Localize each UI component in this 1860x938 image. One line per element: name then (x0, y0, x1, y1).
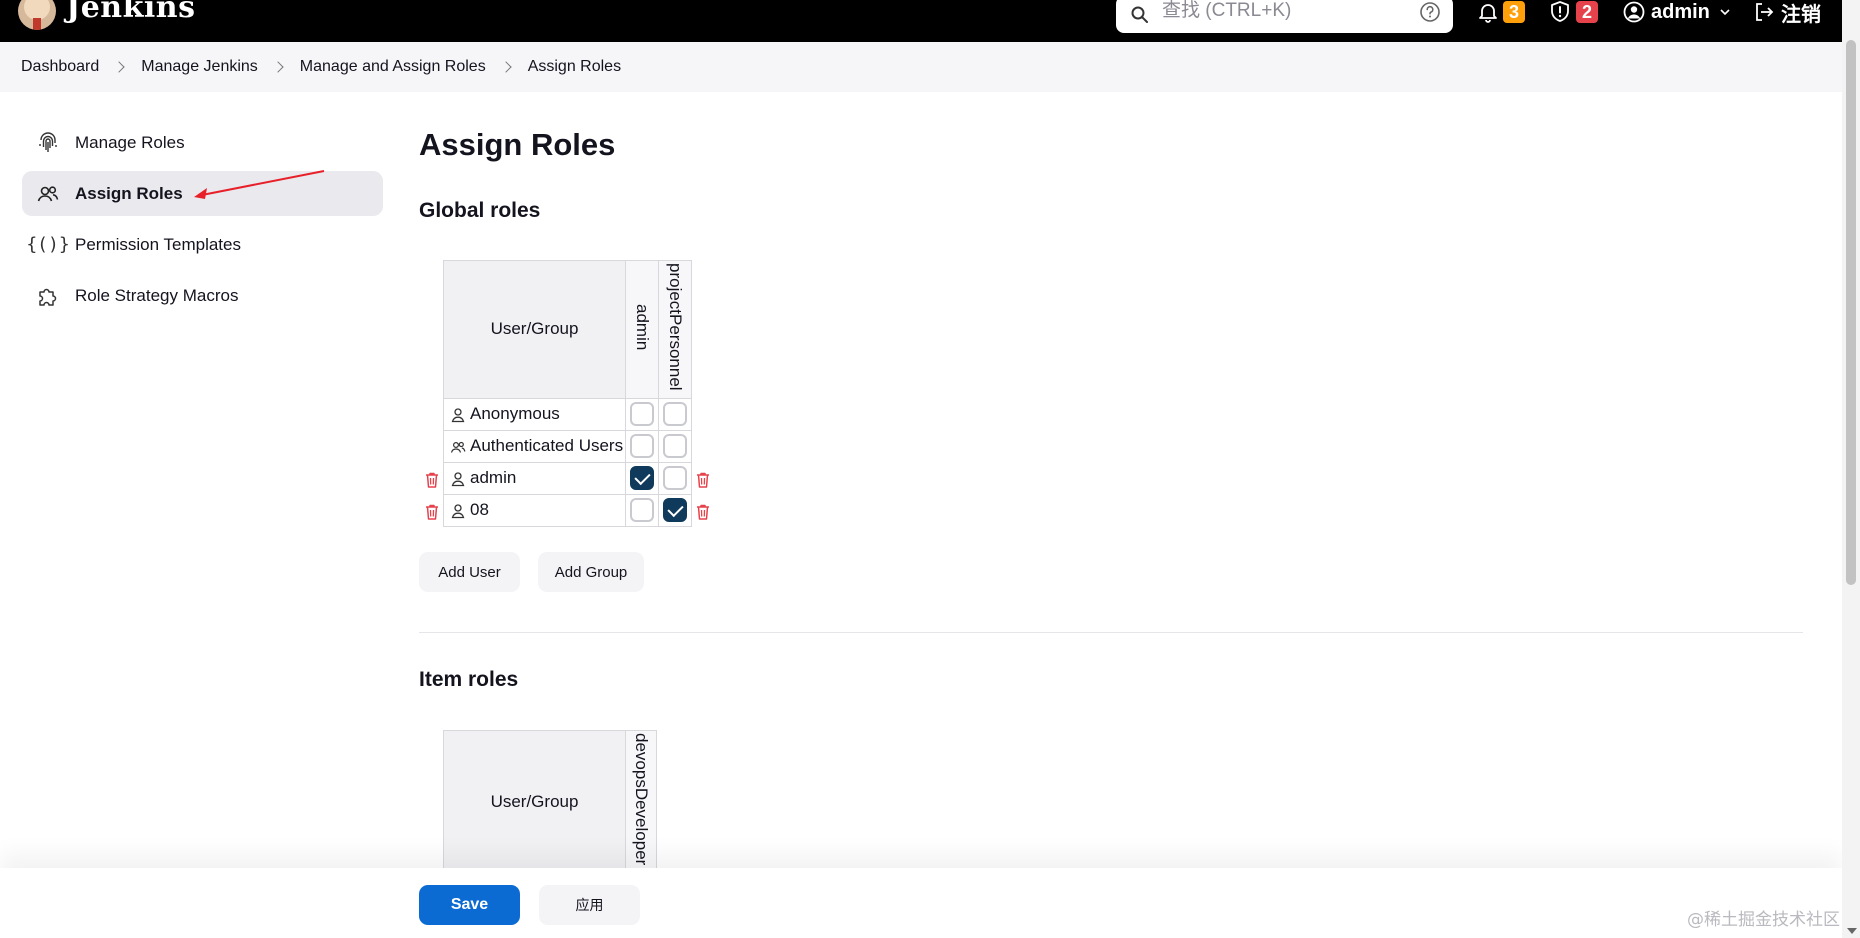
sidebar-item-permission-templates[interactable]: {()} Permission Templates (22, 222, 383, 267)
users-icon (36, 182, 60, 206)
role-checkbox-checked[interactable] (663, 498, 687, 523)
jenkins-logo[interactable] (18, 0, 56, 30)
breadcrumb-manage-jenkins[interactable]: Manage Jenkins (141, 58, 258, 76)
trash-icon[interactable] (424, 471, 440, 489)
user-cell: Anonymous (443, 397, 626, 431)
breadcrumb-dashboard[interactable]: Dashboard (21, 58, 99, 76)
role-checkbox[interactable] (663, 434, 687, 459)
group-icon (450, 441, 466, 453)
sidebar-item-label: Manage Roles (75, 132, 185, 152)
table-row: 08 (443, 493, 692, 527)
security-badge: 2 (1576, 1, 1598, 23)
user-cell: 08 (443, 493, 626, 527)
sidebar-item-label: Permission Templates (75, 234, 241, 254)
search-box[interactable]: 查找 (CTRL+K) (1116, 0, 1453, 33)
breadcrumb-manage-assign-roles[interactable]: Manage and Assign Roles (300, 58, 486, 76)
role-checkbox[interactable] (663, 402, 687, 427)
user-menu[interactable]: admin (1623, 0, 1732, 24)
add-user-button[interactable]: Add User (419, 552, 520, 592)
role-checkbox[interactable] (630, 402, 654, 427)
logout-icon (1756, 3, 1774, 21)
watermark: @稀土掘金技术社区 (1687, 910, 1840, 930)
sidebar-item-manage-roles[interactable]: Manage Roles (22, 120, 383, 165)
sidebar: Manage Roles Assign Roles {()} Permissio… (22, 120, 383, 324)
scroll-down-arrow-icon[interactable] (1847, 928, 1857, 934)
role-checkbox-checked[interactable] (630, 466, 654, 491)
user-group-header: User/Group (443, 260, 626, 399)
logout-label[interactable]: 注销 (1781, 0, 1821, 27)
user-group-header: User/Group (443, 729, 626, 868)
bell-icon (1479, 4, 1497, 23)
user-circle-icon (1623, 1, 1645, 23)
user-icon (451, 471, 465, 486)
item-roles-table: User/Group devopsDeveloper (443, 729, 657, 868)
trash-icon[interactable] (695, 503, 711, 521)
sidebar-item-label: Role Strategy Macros (75, 285, 239, 305)
role-checkbox[interactable] (663, 466, 687, 491)
role-checkbox[interactable] (630, 498, 654, 523)
notifications-badge: 3 (1503, 1, 1525, 23)
add-group-button[interactable]: Add Group (538, 552, 644, 592)
main-content: Assign Roles Global roles User/Group adm… (419, 92, 1803, 868)
role-column-header: admin (625, 260, 659, 399)
apply-button[interactable]: 应用 (539, 885, 640, 925)
page-title: Assign Roles (419, 127, 616, 162)
brand-name[interactable]: Jenkins (66, 0, 195, 25)
help-icon[interactable] (1419, 1, 1441, 23)
sidebar-item-label: Assign Roles (75, 183, 183, 203)
role-column-header: projectPersonnel (658, 260, 692, 399)
save-button[interactable]: Save (419, 885, 520, 925)
braces-icon: {()} (26, 234, 70, 255)
global-roles-heading: Global roles (419, 199, 541, 222)
table-row: admin (443, 461, 692, 495)
search-placeholder[interactable]: 查找 (CTRL+K) (1162, 0, 1291, 24)
breadcrumb-assign-roles[interactable]: Assign Roles (528, 58, 621, 76)
trash-icon[interactable] (424, 503, 440, 521)
item-roles-heading: Item roles (419, 668, 519, 691)
chevron-down-icon[interactable] (1718, 5, 1732, 19)
search-icon (1131, 6, 1148, 23)
breadcrumb: Dashboard Manage Jenkins Manage and Assi… (0, 42, 1842, 92)
notifications-button[interactable]: 3 (1477, 0, 1525, 24)
logout-button[interactable]: 注销 (1753, 0, 1821, 27)
annotation-arrow (194, 170, 325, 199)
user-icon (451, 407, 465, 422)
page-scrollbar[interactable] (1842, 0, 1860, 938)
sidebar-item-role-strategy-macros[interactable]: Role Strategy Macros (22, 273, 383, 318)
role-checkbox[interactable] (630, 434, 654, 459)
table-row: Anonymous (443, 397, 692, 431)
table-row: Authenticated Users (443, 429, 692, 463)
scrollbar-thumb[interactable] (1846, 40, 1856, 585)
fingerprint-icon (36, 131, 60, 155)
chevron-right-icon (272, 61, 284, 73)
role-column-header: devopsDeveloper (625, 729, 657, 868)
chevron-right-icon (500, 61, 512, 73)
shield-alert-icon (1551, 1, 1569, 22)
puzzle-icon (36, 284, 60, 308)
group-cell: Authenticated Users (443, 429, 626, 463)
global-roles-table: User/Group admin projectPersonnel Anonym… (443, 260, 692, 527)
chevron-right-icon (113, 61, 125, 73)
security-button[interactable]: 2 (1548, 0, 1598, 24)
trash-icon[interactable] (695, 471, 711, 489)
section-divider (419, 632, 1803, 633)
top-header: Jenkins 查找 (CTRL+K) 3 2 admin 注销 (0, 0, 1842, 42)
bottom-action-bar (0, 868, 1842, 938)
user-icon (451, 503, 465, 518)
user-name[interactable]: admin (1651, 1, 1710, 24)
user-cell: admin (443, 461, 626, 495)
